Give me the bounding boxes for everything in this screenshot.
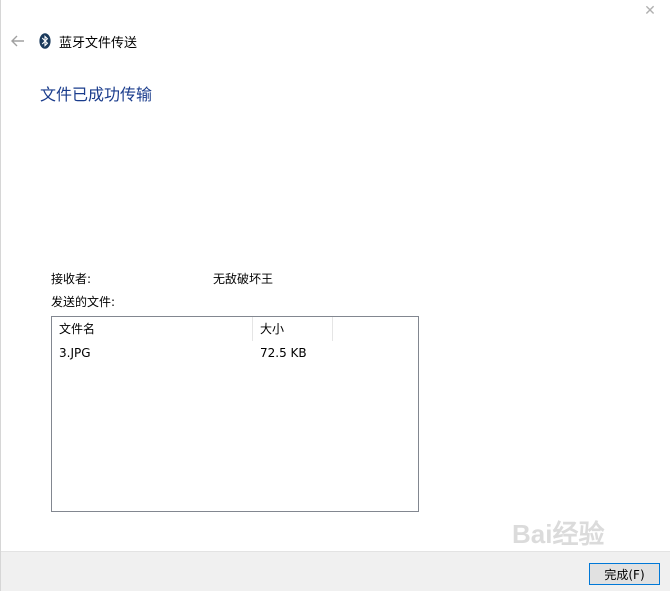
close-button[interactable]: ✕ [630,0,670,22]
file-name-cell: 3.JPG [59,346,91,360]
window-title: 蓝牙文件传送 [59,35,138,51]
list-header: 文件名 大小 [52,317,418,341]
page-title: 文件已成功传输 [40,85,153,104]
finish-button[interactable]: 完成(F) [589,563,660,585]
footer-bar: 完成(F) [1,551,670,591]
close-icon: ✕ [644,3,656,19]
title-bar: 蓝牙文件传送 [1,28,401,54]
sent-files-list[interactable]: 文件名 大小 3.JPG 72.5 KB [51,316,419,512]
watermark-text: Bai经验 [512,519,604,549]
recipient-label: 接收者: [51,272,92,286]
sent-files-label: 发送的文件: [51,295,116,309]
column-header-size[interactable]: 大小 [253,317,333,341]
column-header-filename[interactable]: 文件名 [52,317,253,341]
recipient-value: 无敌破坏王 [213,272,274,286]
bluetooth-transfer-window: ✕ 蓝牙文件传送 文件已成功传输 接收者: 无敌破坏王 发送的文件: 文件名 大… [0,0,670,591]
back-button[interactable] [3,28,33,54]
list-item[interactable]: 3.JPG 72.5 KB [52,343,418,363]
file-size-cell: 72.5 KB [260,346,307,360]
back-arrow-icon [11,35,24,47]
bluetooth-icon [39,33,51,49]
